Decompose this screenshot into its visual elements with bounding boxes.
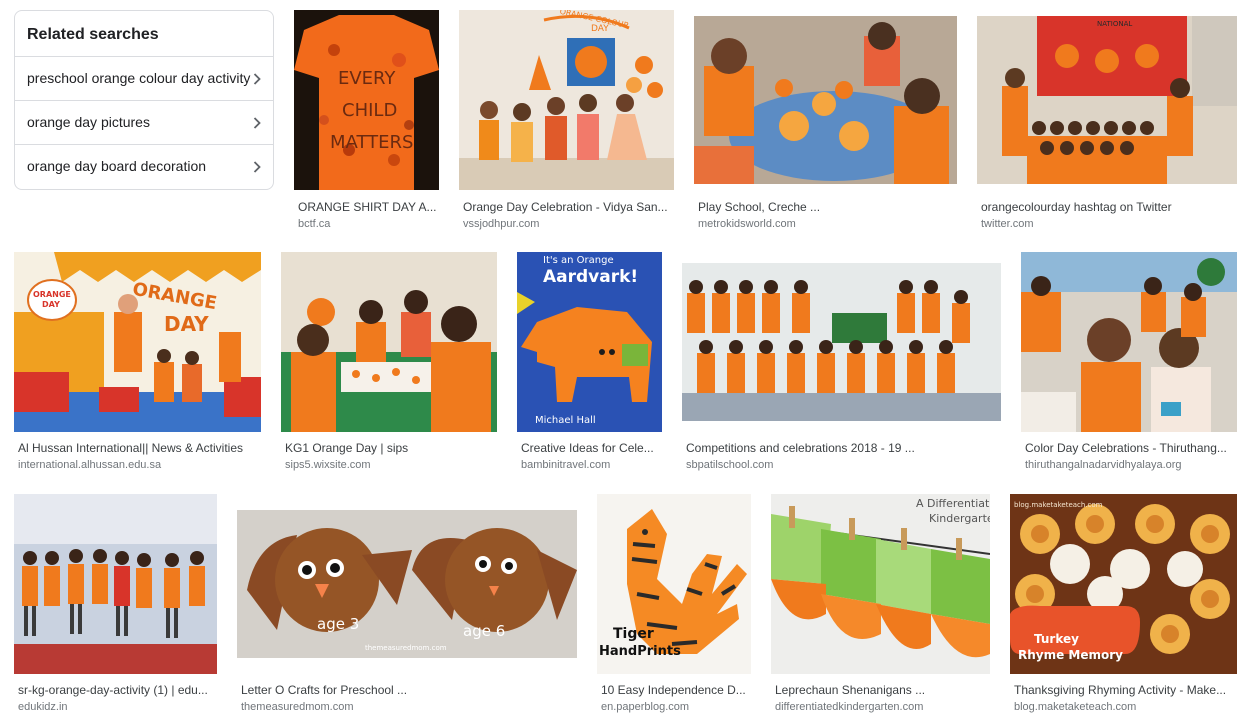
activity-title: Turkey <box>1034 632 1079 646</box>
image-caption[interactable]: KG1 Orange Day | sips <box>285 441 495 455</box>
image-source[interactable]: international.alhussan.edu.sa <box>18 459 260 471</box>
related-search-item[interactable]: orange day board decoration <box>15 144 273 188</box>
image-result[interactable]: It's an Orange Aardvark! Michael Hall Cr… <box>517 252 662 474</box>
related-search-item[interactable]: orange day pictures <box>15 100 273 144</box>
kids-painting-image <box>281 252 497 432</box>
related-searches-card: Related searches preschool orange colour… <box>14 10 274 190</box>
board-title-text: DAY <box>591 24 609 34</box>
sr-kg-kids-image <box>14 494 217 674</box>
sign-text: ORANGE <box>33 290 71 299</box>
image-source[interactable]: metrokidsworld.com <box>698 218 953 230</box>
image-thumbnail[interactable]: ORANGE DAY ORANGE DAY <box>14 252 261 432</box>
image-result[interactable]: ORANGE COLOUR DAY Orange Day Celebration… <box>459 10 674 232</box>
image-result[interactable]: NATIONAL orangecolourday hashtag on Twit… <box>977 10 1237 232</box>
owl-crafts-image <box>237 510 577 658</box>
image-thumbnail[interactable]: A Differentiated Kindergarten <box>771 494 990 674</box>
image-caption[interactable]: ORANGE SHIRT DAY A... <box>298 200 438 214</box>
chevron-right-icon <box>253 73 261 85</box>
image-caption[interactable]: sr-kg-orange-day-activity (1) | edu... <box>18 683 216 697</box>
image-source[interactable]: sips5.wixsite.com <box>285 459 495 471</box>
image-caption[interactable]: Creative Ideas for Cele... <box>521 441 661 455</box>
image-thumbnail[interactable] <box>1021 252 1237 432</box>
watermark-text: themeasuredmom.com <box>365 644 447 652</box>
image-source[interactable]: twitter.com <box>981 218 1233 230</box>
play-school-image <box>694 16 957 184</box>
classroom-kids-image <box>1021 252 1237 432</box>
book-author: Michael Hall <box>535 415 596 426</box>
image-caption[interactable]: Leprechaun Shenanigans ... <box>775 683 989 697</box>
image-result[interactable]: sr-kg-orange-day-activity (1) | edu... e… <box>14 494 217 716</box>
image-thumbnail[interactable]: EVERY CHILD MATTERS <box>294 10 439 190</box>
handprint-title: HandPrints <box>599 644 681 659</box>
image-thumbnail[interactable] <box>682 263 1001 421</box>
image-thumbnail[interactable]: NATIONAL <box>977 16 1237 184</box>
image-result[interactable]: Tiger HandPrints 10 Easy Independence D.… <box>597 494 751 716</box>
kids-orange-day-image <box>459 10 674 190</box>
image-source[interactable]: edukidz.in <box>18 701 216 713</box>
image-thumbnail[interactable] <box>281 252 497 432</box>
image-source[interactable]: bambinitravel.com <box>521 459 661 471</box>
watermark-text: blog.maketaketeach.com <box>1014 501 1103 509</box>
banner-text: NATIONAL <box>1097 20 1133 28</box>
image-caption[interactable]: Competitions and celebrations 2018 - 19 … <box>686 441 998 455</box>
chevron-right-icon <box>253 161 261 173</box>
image-source[interactable]: bctf.ca <box>298 218 438 230</box>
activity-title: Rhyme Memory <box>1018 648 1123 662</box>
image-thumbnail[interactable] <box>14 494 217 674</box>
sign-text: DAY <box>42 300 60 309</box>
image-result[interactable]: blog.maketaketeach.com Turkey Rhyme Memo… <box>1010 494 1237 716</box>
image-caption[interactable]: Color Day Celebrations - Thiruthang... <box>1025 441 1235 455</box>
handprint-title: Tiger <box>613 626 654 642</box>
image-source[interactable]: en.paperblog.com <box>601 701 749 713</box>
shirt-text-line: CHILD <box>342 100 398 121</box>
related-searches-title: Related searches <box>27 26 159 43</box>
book-title: Aardvark! <box>543 267 639 287</box>
craft-label: age 6 <box>463 622 506 640</box>
image-source[interactable]: thiruthangalnadarvidhyalaya.org <box>1025 459 1235 471</box>
image-result[interactable]: KG1 Orange Day | sips sips5.wixsite.com <box>281 252 497 474</box>
image-thumbnail[interactable] <box>694 16 957 184</box>
image-result[interactable]: A Differentiated Kindergarten Leprechaun… <box>771 494 990 716</box>
blog-title-text: Kindergarten <box>929 512 990 525</box>
image-result[interactable]: Competitions and celebrations 2018 - 19 … <box>682 252 1001 474</box>
shirt-text-line: EVERY <box>338 68 396 89</box>
image-thumbnail[interactable]: Tiger HandPrints <box>597 494 751 674</box>
chevron-right-icon <box>253 117 261 129</box>
image-caption[interactable]: Letter O Crafts for Preschool ... <box>241 683 575 697</box>
image-result[interactable]: age 3 age 6 themeasuredmom.com Letter O … <box>237 494 577 716</box>
image-caption[interactable]: Al Hussan International|| News & Activit… <box>18 441 260 455</box>
image-thumbnail[interactable]: blog.maketaketeach.com Turkey Rhyme Memo… <box>1010 494 1237 674</box>
image-caption[interactable]: orangecolourday hashtag on Twitter <box>981 200 1233 214</box>
related-search-label: orange day pictures <box>27 114 150 130</box>
related-search-label: preschool orange colour day activity <box>27 70 251 86</box>
class-photo-image <box>682 263 1001 421</box>
class-group-image <box>977 16 1237 184</box>
image-result[interactable]: EVERY CHILD MATTERS ORANGE SHIRT DAY A..… <box>294 10 439 232</box>
image-source[interactable]: sbpatilschool.com <box>686 459 998 471</box>
image-caption[interactable]: Play School, Creche ... <box>698 200 953 214</box>
shirt-text-line: MATTERS <box>330 132 414 153</box>
related-search-label: orange day board decoration <box>27 158 207 174</box>
wall-title-text: DAY <box>164 312 209 336</box>
image-thumbnail[interactable]: It's an Orange Aardvark! Michael Hall <box>517 252 662 432</box>
image-caption[interactable]: Thanksgiving Rhyming Activity - Make... <box>1014 683 1236 697</box>
image-source[interactable]: themeasuredmom.com <box>241 701 575 713</box>
image-caption[interactable]: 10 Easy Independence D... <box>601 683 749 697</box>
blog-title-text: A Differentiated <box>916 497 990 510</box>
image-result[interactable]: Color Day Celebrations - Thiruthang... t… <box>1021 252 1237 474</box>
image-thumbnail[interactable]: age 3 age 6 themeasuredmom.com <box>237 510 577 658</box>
craft-label: age 3 <box>317 615 360 633</box>
book-subtitle: It's an Orange <box>543 255 614 266</box>
image-source[interactable]: differentiatedkindergarten.com <box>775 701 989 713</box>
image-thumbnail[interactable]: ORANGE COLOUR DAY <box>459 10 674 190</box>
image-result[interactable]: Play School, Creche ... metrokidsworld.c… <box>694 10 957 232</box>
turkey-memory-image <box>1010 494 1237 674</box>
related-search-item[interactable]: preschool orange colour day activity <box>15 56 273 100</box>
image-source[interactable]: blog.maketaketeach.com <box>1014 701 1236 713</box>
image-source[interactable]: vssjodhpur.com <box>463 218 669 230</box>
image-result[interactable]: ORANGE DAY ORANGE DAY Al Hussan Internat… <box>14 252 261 474</box>
image-caption[interactable]: Orange Day Celebration - Vidya San... <box>463 200 669 214</box>
